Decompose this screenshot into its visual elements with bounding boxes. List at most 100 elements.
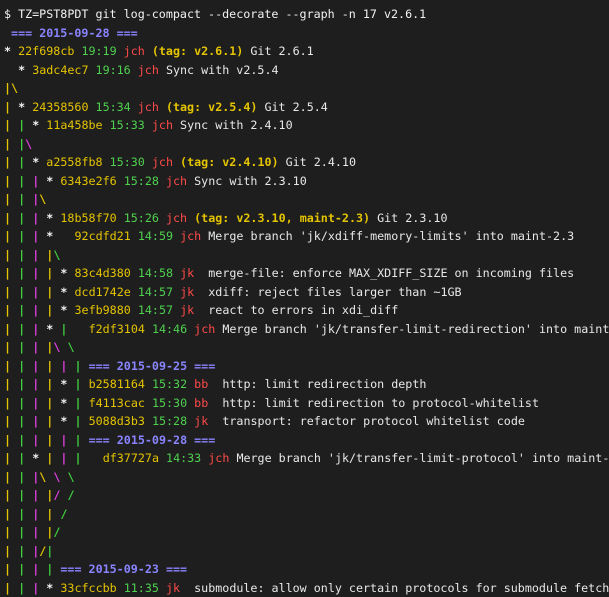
commit-author: jch bbox=[180, 229, 201, 243]
graph-edge: | bbox=[4, 579, 11, 597]
commit-node: * bbox=[18, 61, 25, 80]
commit-hash: df37727a bbox=[103, 451, 159, 465]
commit-author: jk bbox=[180, 266, 194, 280]
date-separator-row: ||||||=== 2015-09-28 === bbox=[4, 431, 609, 450]
graph-edge: | bbox=[32, 301, 39, 320]
graph-row: |||\\\ bbox=[4, 468, 609, 487]
commit-row: |||*18b58f70 15:26 jch (tag: v2.3.10, ma… bbox=[4, 209, 609, 228]
date-separator: === 2015-09-25 === bbox=[89, 359, 216, 373]
graph-edge: | bbox=[46, 357, 53, 376]
commit-hash: 11a458be bbox=[46, 118, 102, 132]
commit-node: * bbox=[46, 579, 53, 597]
commit-subject: Sync with v2.5.4 bbox=[166, 63, 279, 77]
commit-row: ||||*83c4d380 14:58 jk merge-file: enfor… bbox=[4, 264, 609, 283]
commit-author: jch bbox=[166, 174, 187, 188]
commit-row: ||||*3efb9880 14:57 jk react to errors i… bbox=[4, 301, 609, 320]
graph-edge: | bbox=[75, 449, 82, 468]
date-separator: === 2015-09-28 === bbox=[11, 26, 138, 40]
graph-edge: | bbox=[18, 116, 25, 135]
commit-time: 15:30 bbox=[110, 155, 145, 169]
graph-edge: | bbox=[75, 375, 82, 394]
row-content: 11a458be 15:33 jch Sync with 2.4.10 bbox=[46, 116, 292, 135]
commit-subject: transport: refactor protocol whitelist c… bbox=[215, 414, 525, 428]
ref-decoration: (tag: v2.5.4) bbox=[166, 100, 257, 114]
graph-edge: | bbox=[18, 153, 25, 172]
commit-hash: 33cfccbb bbox=[60, 581, 116, 595]
graph-edge: | bbox=[4, 301, 11, 320]
graph-edge: | bbox=[4, 135, 11, 154]
commit-time: 14:46 bbox=[152, 322, 187, 336]
date-separator-row: === 2015-09-28 === bbox=[4, 24, 609, 43]
commit-row: ||||*|f4113cac 15:30 bb http: limit redi… bbox=[4, 394, 609, 413]
commit-row: ||*11a458be 15:33 jch Sync with 2.4.10 bbox=[4, 116, 609, 135]
row-content: 3efb9880 14:57 jk react to errors in xdi… bbox=[75, 301, 399, 320]
graph-edge: | bbox=[32, 560, 39, 579]
commit-author: jch bbox=[138, 100, 159, 114]
commit-subject: Git 2.5.4 bbox=[264, 100, 327, 114]
graph-row: ||||/ bbox=[4, 505, 609, 524]
terminal-window[interactable]: $ TZ=PST8PDT git log-compact --decorate … bbox=[0, 0, 609, 503]
row-content: 83c4d380 14:58 jk merge-file: enforce MA… bbox=[75, 264, 575, 283]
commit-author: jk bbox=[180, 303, 194, 317]
row-content: === 2015-09-25 === bbox=[89, 357, 216, 376]
commit-hash: a2558fb8 bbox=[46, 155, 102, 169]
graph-edge: | bbox=[18, 542, 25, 561]
commit-node: * bbox=[46, 320, 53, 339]
graph-edge: | bbox=[18, 135, 25, 154]
graph-edge: | bbox=[60, 449, 67, 468]
ref-decoration: (tag: v2.4.10) bbox=[180, 155, 279, 169]
commit-row: |||*33cfccbb 11:35 jk submodule: allow o… bbox=[4, 579, 609, 597]
row-content: 5088d3b3 15:28 jk transport: refactor pr… bbox=[89, 412, 525, 431]
commit-row: ||||*dcd1742e 14:57 jk xdiff: reject fil… bbox=[4, 283, 609, 302]
commit-hash: 24358560 bbox=[32, 100, 88, 114]
commit-row: |||*|f2df3104 14:46 jch Merge branch 'jk… bbox=[4, 320, 609, 339]
graph-edge: | bbox=[32, 542, 39, 561]
graph-edge: | bbox=[4, 172, 11, 191]
commit-hash: dcd1742e bbox=[75, 285, 131, 299]
graph-edge: | bbox=[46, 264, 53, 283]
graph-edge: | bbox=[18, 468, 25, 487]
graph-edge: | bbox=[18, 579, 25, 597]
graph-edge: | bbox=[18, 209, 25, 228]
graph-edge: | bbox=[60, 320, 67, 339]
commit-subject: Merge branch 'jk/xdiff-memory-limits' in… bbox=[208, 229, 574, 243]
ref-decoration: (tag: v2.6.1) bbox=[152, 44, 243, 58]
commit-hash: 22f698cb bbox=[18, 44, 74, 58]
commit-time: 15:33 bbox=[110, 118, 145, 132]
graph-edge: / bbox=[60, 505, 67, 524]
commit-node: * bbox=[46, 172, 53, 191]
graph-edge: | bbox=[32, 264, 39, 283]
commit-author: jch bbox=[152, 155, 173, 169]
row-content: 3adc4ec7 19:16 jch Sync with v2.5.4 bbox=[32, 61, 278, 80]
graph-edge: | bbox=[4, 523, 11, 542]
commit-row: |*24358560 15:34 jch (tag: v2.5.4) Git 2… bbox=[4, 98, 609, 117]
graph-edge: \ bbox=[39, 468, 46, 487]
date-separator: === 2015-09-28 === bbox=[89, 433, 216, 447]
graph-edge: | bbox=[18, 412, 25, 431]
graph-edge: | bbox=[46, 375, 53, 394]
graph-row: ||\ bbox=[4, 135, 609, 154]
row-content: b2581164 15:32 bb http: limit redirectio… bbox=[89, 375, 427, 394]
graph-edge: | bbox=[32, 320, 39, 339]
graph-edge: | bbox=[18, 338, 25, 357]
graph-edge: | bbox=[18, 190, 25, 209]
graph-edge: | bbox=[46, 283, 53, 302]
commit-hash: 3efb9880 bbox=[75, 303, 131, 317]
commit-subject: http: limit redirection depth bbox=[215, 377, 426, 391]
commit-row: ||*a2558fb8 15:30 jch (tag: v2.4.10) Git… bbox=[4, 153, 609, 172]
graph-edge: | bbox=[32, 283, 39, 302]
commit-hash: 83c4d380 bbox=[75, 266, 131, 280]
graph-edge: | bbox=[32, 338, 39, 357]
graph-edge: | bbox=[32, 579, 39, 597]
commit-time: 11:35 bbox=[124, 581, 159, 595]
commit-time: 19:16 bbox=[96, 63, 131, 77]
graph-edge: | bbox=[4, 338, 11, 357]
graph-row: ||||\\ bbox=[4, 338, 609, 357]
graph-edge: | bbox=[4, 320, 11, 339]
graph-edge: | bbox=[46, 412, 53, 431]
row-content: 24358560 15:34 jch (tag: v2.5.4) Git 2.5… bbox=[32, 98, 328, 117]
graph-row: ||||\ bbox=[4, 246, 609, 265]
graph-edge: \ bbox=[53, 468, 60, 487]
graph-edge: / bbox=[39, 542, 46, 561]
commit-author: bb bbox=[194, 377, 208, 391]
